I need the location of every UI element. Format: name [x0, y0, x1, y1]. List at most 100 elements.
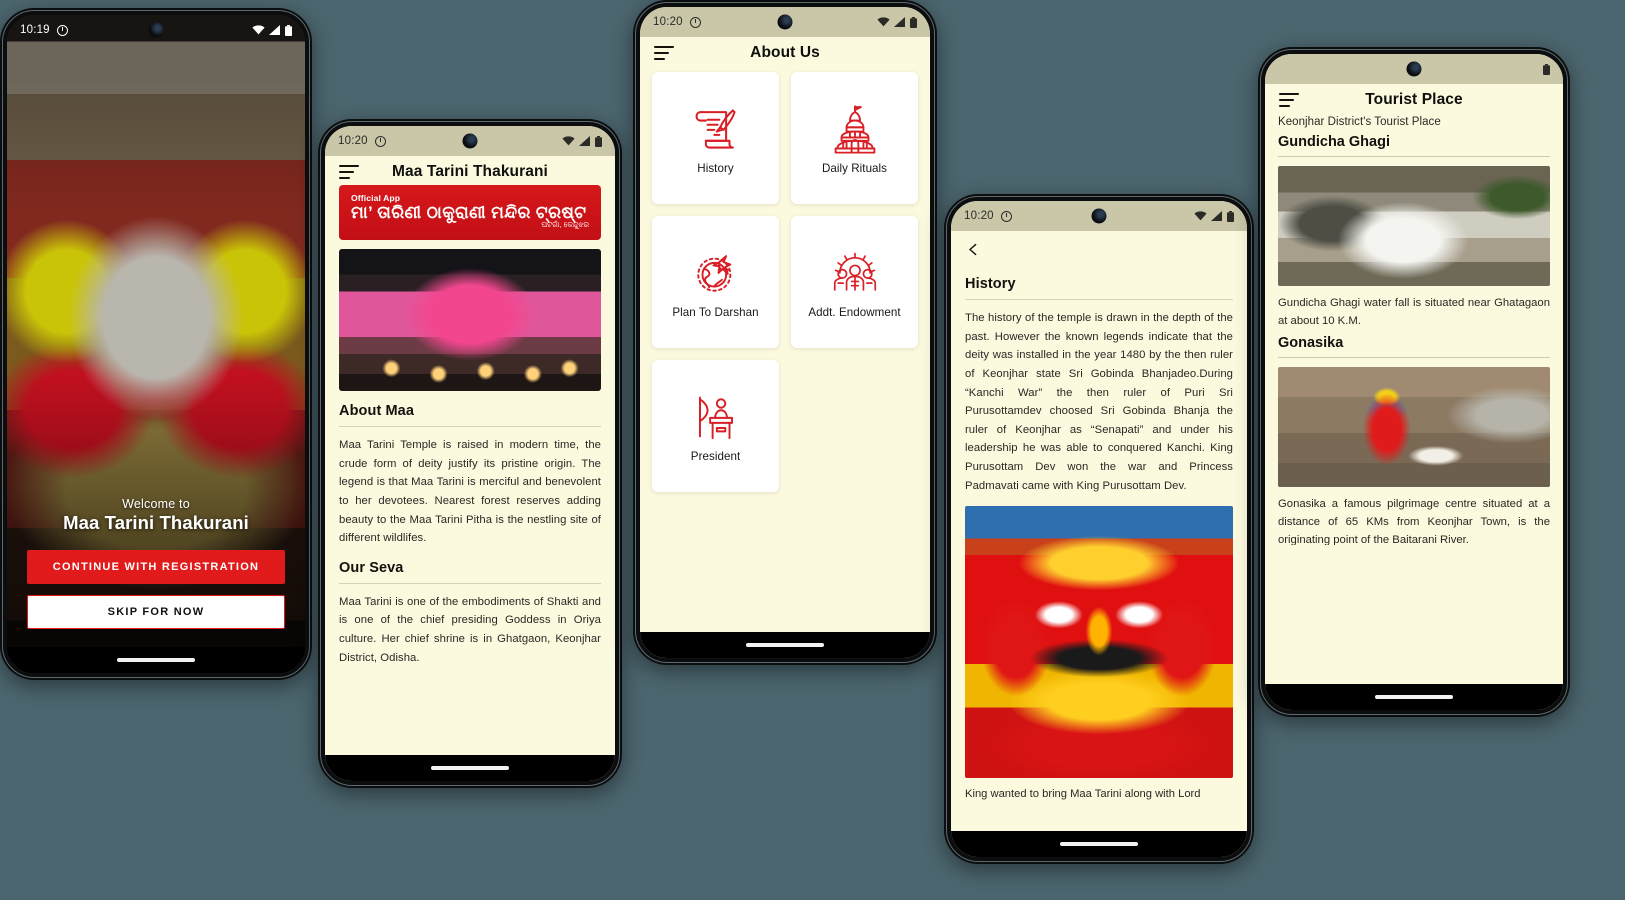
place-item: Gonasika Gonasika a famous pilgrimage ce… [1278, 335, 1550, 545]
home-gesture-pill[interactable] [1060, 842, 1138, 846]
tile-label: Addt. Endowment [808, 305, 901, 319]
status-bar: 10:20 [325, 126, 615, 156]
official-app-banner: Official App ମା’ ତାରିଣୀ ଠାକୁରାଣୀ ମନ୍ଦିର … [339, 185, 601, 240]
alarm-icon [689, 16, 701, 28]
signal-icon [579, 136, 590, 146]
continue-with-registration-button[interactable]: CONTINUE WITH REGISTRATION [27, 550, 285, 584]
section-body-about-maa: Maa Tarini Temple is raised in modern ti… [339, 439, 601, 545]
battery-icon [1227, 210, 1234, 222]
status-bar: 10:19 [7, 15, 305, 45]
divider [339, 426, 601, 427]
tile-label: Plan To Darshan [672, 305, 759, 319]
place-description: Gundicha Ghagi water fall is situated ne… [1278, 297, 1550, 328]
page-title: Maa Tarini Thakurani [392, 163, 548, 180]
gesture-nav-bar [7, 647, 305, 673]
signal-icon [894, 17, 905, 27]
phone-home: 10:20 Maa Tarini Thakurani Official App … [318, 119, 622, 788]
history-screen: 10:20 History The history of the temple … [951, 201, 1247, 857]
section-title-our-seva: Our Seva [339, 559, 404, 576]
banner-tag: Official App [351, 193, 401, 204]
place-title: Gonasika [1278, 335, 1344, 352]
camera-punch-hole [1406, 61, 1422, 77]
app-bar: Maa Tarini Thakurani [325, 156, 615, 185]
about-us-content: History Daily Rituals Plan To Darshan Ad… [640, 66, 930, 632]
gesture-nav-bar [325, 755, 615, 781]
gesture-nav-bar [640, 632, 930, 658]
maa-tarini-deity-image [965, 506, 1233, 779]
battery-icon [910, 16, 917, 28]
status-bar: 10:20 [951, 201, 1247, 231]
phone-splash: 10:19 Welcome to Maa Tarini Thakurani CO… [0, 8, 312, 680]
temple-hero-image [339, 249, 601, 391]
about-us-tile-grid: History Daily Rituals Plan To Darshan Ad… [652, 72, 918, 492]
history-content: History The history of the temple is dra… [951, 231, 1247, 831]
home-content: Official App ମା’ ତାରିଣୀ ଠାକୁରାଣୀ ମନ୍ଦିର … [325, 185, 615, 755]
home-gesture-pill[interactable] [746, 643, 824, 647]
status-bar [1265, 54, 1563, 84]
welcome-label: Welcome to [122, 497, 190, 511]
tile-addt-endowment[interactable]: Addt. Endowment [791, 216, 918, 348]
camera-punch-hole [1091, 208, 1107, 224]
splash-screen: 10:19 Welcome to Maa Tarini Thakurani CO… [7, 15, 305, 673]
tile-label: President [690, 449, 741, 463]
home-gesture-pill[interactable] [431, 766, 509, 770]
temple-icon [828, 102, 882, 156]
status-time: 10:20 [653, 16, 683, 28]
banner-location-odia: ଘଟଗାଁ, କେନ୍ଦୁଝର [541, 220, 589, 230]
wifi-icon [562, 136, 575, 146]
camera-punch-hole [777, 14, 793, 30]
divider [1278, 357, 1550, 359]
battery-icon [285, 24, 292, 36]
chevron-left-icon [969, 243, 977, 256]
gonasika-shrine-image [1278, 367, 1550, 488]
divider [1278, 156, 1550, 157]
tile-daily-rituals[interactable]: Daily Rituals [791, 72, 918, 204]
status-time: 10:19 [20, 24, 50, 36]
splash-content: Welcome to Maa Tarini Thakurani CONTINUE… [7, 497, 305, 647]
about-us-screen: 10:20 About Us History Daily Rituals Pla… [640, 7, 930, 658]
alarm-icon [1000, 210, 1012, 222]
camera-punch-hole [148, 22, 164, 38]
status-time: 10:20 [964, 210, 994, 222]
home-gesture-pill[interactable] [1375, 695, 1453, 699]
phone-about-us: 10:20 About Us History Daily Rituals Pla… [633, 0, 937, 665]
divider [965, 299, 1233, 300]
section-title-about-maa: About Maa [339, 403, 415, 419]
home-gesture-pill[interactable] [117, 658, 195, 662]
scroll-quill-icon [689, 102, 743, 156]
tourist-place-screen: Tourist Place Keonjhar District's Touris… [1265, 54, 1563, 710]
history-title: History [965, 276, 1016, 292]
app-bar: About Us [640, 37, 930, 66]
tile-president[interactable]: President [652, 360, 779, 492]
gesture-nav-bar [1265, 684, 1563, 710]
home-screen: 10:20 Maa Tarini Thakurani Official App … [325, 126, 615, 781]
page-title: Tourist Place [1365, 91, 1463, 108]
app-name-title: Maa Tarini Thakurani [63, 512, 249, 533]
skip-for-now-button[interactable]: SKIP FOR NOW [27, 595, 285, 629]
hamburger-menu-icon[interactable] [339, 165, 359, 179]
phone-tourist-place: Tourist Place Keonjhar District's Touris… [1258, 47, 1570, 717]
section-body-our-seva: Maa Tarini is one of the embodiments of … [339, 595, 601, 664]
place-title: Gundicha Ghagi [1278, 134, 1390, 150]
back-button[interactable] [965, 231, 991, 264]
divider [339, 582, 601, 584]
history-image-caption: King wanted to bring Maa Tarini along wi… [965, 788, 1201, 801]
tile-history[interactable]: History [652, 72, 779, 204]
tourist-place-subtitle: Keonjhar District's Tourist Place [1278, 116, 1441, 128]
banner-title-odia: ମା’ ତାରିଣୀ ଠାକୁରାଣୀ ମନ୍ଦିର ଟ୍ରଷ୍ଟ [351, 202, 587, 222]
gesture-nav-bar [951, 831, 1247, 857]
waterfall-image [1278, 166, 1550, 286]
tile-label: Daily Rituals [821, 161, 888, 175]
wifi-icon [877, 17, 890, 27]
tile-plan-to-darshan[interactable]: Plan To Darshan [652, 216, 779, 348]
place-description: Gonasika a famous pilgrimage centre situ… [1278, 498, 1550, 546]
phone-history: 10:20 History The history of the temple … [944, 194, 1254, 864]
history-body: The history of the temple is drawn in th… [965, 312, 1233, 492]
hamburger-menu-icon[interactable] [1279, 93, 1299, 107]
battery-icon [595, 135, 602, 147]
wifi-icon [1194, 211, 1207, 221]
globe-airplane-icon [689, 246, 743, 300]
signal-icon [1211, 211, 1222, 221]
hamburger-menu-icon[interactable] [654, 46, 674, 60]
people-gear-icon [828, 246, 882, 300]
